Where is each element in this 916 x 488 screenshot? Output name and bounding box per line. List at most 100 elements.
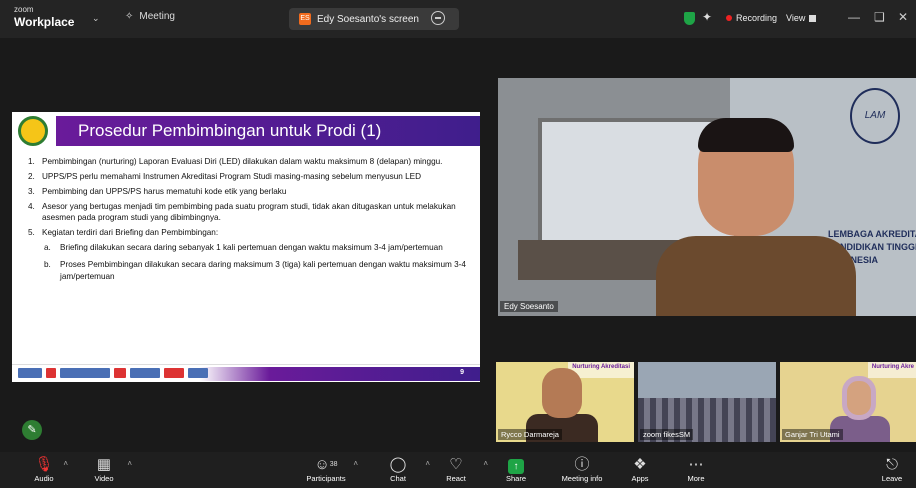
apps-icon: ❖ bbox=[633, 456, 647, 473]
camera-icon: ▦ bbox=[96, 456, 112, 473]
item-number: 5. bbox=[28, 228, 35, 237]
info-icon: ⓘ bbox=[574, 456, 590, 473]
video-caret-icon[interactable]: ˄ bbox=[127, 459, 132, 468]
participant-tile[interactable]: Nurturing Akreditasi Rycco Darmareja bbox=[496, 362, 634, 442]
slide-body: 1. Pembimbingan (nurturing) Laporan Evalu… bbox=[28, 156, 468, 288]
sponsor-logo-icon bbox=[130, 368, 160, 378]
view-layout-icon bbox=[809, 14, 817, 22]
leave-button[interactable]: ⎋ Leave bbox=[862, 456, 916, 483]
security-shield-icon[interactable] bbox=[684, 12, 695, 25]
chat-label: Chat bbox=[390, 474, 406, 483]
slide-item: 2. UPPS/PS perlu memahami Instrumen Akred… bbox=[28, 171, 468, 182]
slide-subitem: a. Briefing dilakukan secara daring seban… bbox=[44, 242, 468, 254]
meeting-icon: ✧ bbox=[125, 11, 134, 22]
sponsor-logo-icon bbox=[164, 368, 184, 378]
sharer-badge: ES bbox=[299, 13, 311, 25]
speaker-figure bbox=[656, 118, 856, 316]
restore-icon[interactable]: ❑ bbox=[874, 10, 885, 24]
view-label: View bbox=[786, 13, 806, 23]
slide-footer: 9 bbox=[12, 364, 480, 382]
react-label: React bbox=[446, 474, 466, 483]
shared-slide: Prosedur Pembimbingan untuk Prodi (1) 1.… bbox=[12, 112, 480, 382]
audio-caret-icon[interactable]: ˄ bbox=[63, 459, 68, 468]
slide-title: Prosedur Pembimbingan untuk Prodi (1) bbox=[78, 121, 382, 140]
leave-icon: ⎋ bbox=[886, 456, 898, 473]
share-screen-icon: ↑ bbox=[486, 456, 546, 474]
view-button[interactable]: View bbox=[786, 13, 817, 23]
item-text: Kegiatan terdiri dari Briefing dan Pembi… bbox=[42, 228, 219, 237]
heart-icon: ♡ bbox=[449, 456, 463, 473]
speaker-hair bbox=[698, 118, 794, 152]
lam-logo: LAM bbox=[850, 88, 900, 144]
speaker-name-tag: Edy Soesanto bbox=[500, 301, 558, 312]
speaker-body bbox=[656, 236, 856, 316]
subitem-letter: a. bbox=[44, 243, 51, 252]
participants-button[interactable]: ☺38 Participants ˄ bbox=[296, 456, 358, 483]
speaker-video[interactable]: LAM LEMBAGA AKREDITASI MANDIRI PENDIDIKA… bbox=[498, 78, 916, 316]
app-brand: zoom Workplace bbox=[14, 6, 74, 30]
slide-item: 1. Pembimbingan (nurturing) Laporan Evalu… bbox=[28, 156, 468, 167]
close-icon[interactable]: ✕ bbox=[898, 10, 908, 24]
video-label: Video bbox=[94, 474, 114, 483]
shared-screen-tab[interactable]: ES Edy Soesanto's screen bbox=[289, 8, 459, 30]
minimize-icon[interactable]: — bbox=[848, 10, 860, 24]
participant-face bbox=[842, 376, 876, 420]
slide-item: 3. Pembimbing dan UPPS/PS harus mematuhi … bbox=[28, 186, 468, 197]
sponsor-logo-icon bbox=[188, 368, 208, 378]
slide-page-number: 9 bbox=[460, 369, 464, 376]
item-text: Asesor yang bertugas menjadi tim pembimb… bbox=[42, 202, 456, 222]
recording-indicator[interactable]: Recording bbox=[726, 13, 777, 23]
participants-label: Participants bbox=[306, 474, 346, 483]
participant-name: zoom fikesSM bbox=[640, 429, 694, 440]
sponsor-logo-icon bbox=[114, 368, 126, 378]
chevron-down-icon[interactable]: ⌄ bbox=[92, 13, 100, 24]
subitem-text: Proses Pembimbingan dilakukan secara dar… bbox=[60, 260, 466, 281]
item-number: 3. bbox=[28, 187, 35, 196]
item-text: Pembimbingan (nurturing) Laporan Evaluas… bbox=[42, 157, 443, 166]
brand-name: Workplace bbox=[14, 15, 75, 29]
stop-viewing-icon[interactable] bbox=[431, 11, 445, 25]
participants-count: 38 bbox=[329, 461, 338, 468]
apps-button[interactable]: ❖ Apps bbox=[610, 456, 670, 483]
participant-face bbox=[542, 368, 582, 418]
chat-button[interactable]: ◯ Chat ˄ bbox=[368, 456, 430, 483]
meeting-info-label: Meeting info bbox=[561, 474, 603, 483]
annotate-icon[interactable]: ✎ bbox=[22, 420, 42, 440]
participant-tile[interactable]: Nurturing Akre Ganjar Tri Utami bbox=[780, 362, 916, 442]
meeting-tab-label: Meeting bbox=[139, 11, 175, 22]
leave-label: Leave bbox=[881, 474, 903, 483]
slide-item: 5. Kegiatan terdiri dari Briefing dan Pem… bbox=[28, 227, 468, 238]
share-label: Share bbox=[505, 474, 526, 483]
item-text: UPPS/PS perlu memahami Instrumen Akredit… bbox=[42, 172, 422, 181]
participants-caret-icon[interactable]: ˄ bbox=[353, 459, 358, 468]
participant-tile[interactable]: zoom fikesSM bbox=[638, 362, 776, 442]
slide-header: Prosedur Pembimbingan untuk Prodi (1) bbox=[12, 112, 480, 150]
wall-text-line: LEMBAGA AKREDITASI MANDIRI bbox=[828, 229, 916, 239]
shared-screen-label: Edy Soesanto's screen bbox=[317, 13, 419, 25]
participants-icon: ☺38 bbox=[314, 456, 338, 473]
audio-label: Audio bbox=[34, 474, 54, 483]
audio-button[interactable]: 🎙 Audio ˄ bbox=[14, 456, 74, 483]
record-dot-icon bbox=[726, 15, 732, 21]
react-button[interactable]: ♡ React ˄ bbox=[426, 456, 488, 483]
more-button[interactable]: ⋯ More bbox=[666, 456, 726, 483]
share-button[interactable]: ↑ Share bbox=[486, 456, 546, 483]
participant-name: Ganjar Tri Utami bbox=[782, 429, 843, 440]
tile-banner: Nurturing Akre bbox=[867, 362, 916, 378]
video-button[interactable]: ▦ Video ˄ bbox=[74, 456, 134, 483]
title-bar: zoom Workplace ⌄ ✧ Meeting ES Edy Soesan… bbox=[0, 0, 916, 38]
slide-subitem: b. Proses Pembimbingan dilakukan secara d… bbox=[44, 259, 468, 283]
subitem-text: Briefing dilakukan secara daring sebanya… bbox=[60, 243, 443, 252]
sponsor-logo-icon bbox=[60, 368, 110, 378]
sponsor-logos bbox=[18, 368, 248, 380]
item-number: 1. bbox=[28, 157, 35, 166]
institution-logo-icon bbox=[18, 116, 48, 146]
ai-companion-icon[interactable]: ✦ bbox=[702, 10, 712, 24]
meeting-tab[interactable]: ✧ Meeting bbox=[125, 11, 175, 22]
meeting-info-button[interactable]: ⓘ Meeting info bbox=[552, 456, 612, 483]
brand-small: zoom bbox=[14, 5, 34, 14]
subitem-letter: b. bbox=[44, 260, 51, 269]
chat-icon: ◯ bbox=[389, 456, 407, 473]
item-number: 4. bbox=[28, 202, 35, 211]
participant-name: Rycco Darmareja bbox=[498, 429, 562, 440]
